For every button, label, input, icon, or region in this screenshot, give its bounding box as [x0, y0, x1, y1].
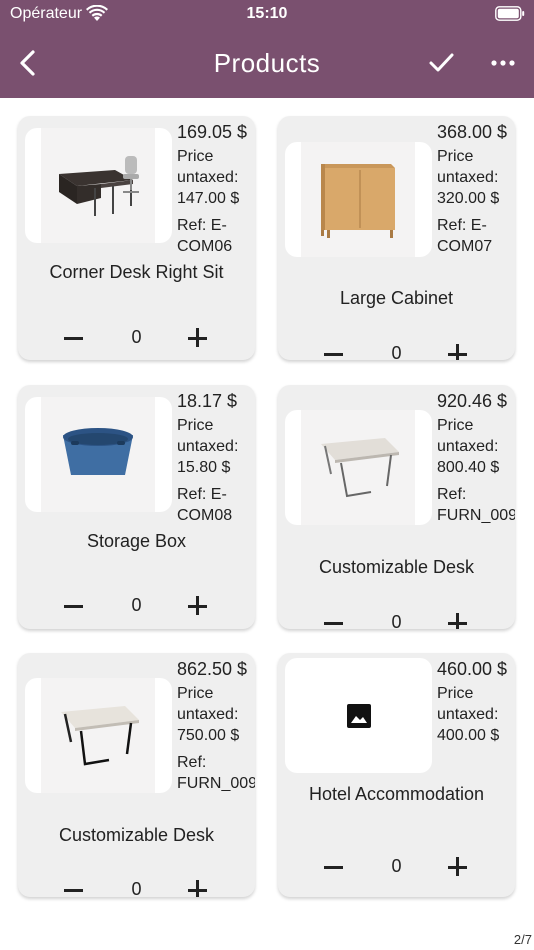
price-untaxed-value: 320.00 $ [437, 190, 500, 207]
battery-icon [495, 6, 525, 21]
product-details: 18.17 $ Price untaxed: 15.80 $ Ref: E-CO… [177, 388, 255, 526]
product-card[interactable]: 920.46 $ Price untaxed: 800.40 $ Ref: FU… [278, 385, 515, 629]
product-price: 18.17 $ [177, 391, 238, 411]
decrease-quantity-button[interactable] [64, 323, 86, 353]
product-details: 460.00 $ Price untaxed: 400.00 $ [437, 656, 515, 752]
price-untaxed-label: Price untaxed: [437, 417, 499, 455]
product-price: 368.00 $ [437, 122, 508, 142]
status-bar: Opérateur 15:10 [0, 0, 534, 30]
decrease-quantity-button[interactable] [324, 852, 346, 882]
product-image [25, 397, 172, 512]
increase-quantity-button[interactable] [448, 852, 470, 882]
price-untaxed-value: 750.00 $ [177, 727, 240, 744]
increase-quantity-button[interactable] [188, 591, 210, 621]
quantity-value: 0 [391, 612, 402, 629]
product-name: Hotel Accommodation [308, 784, 485, 804]
product-ref: Ref: FURN_0096 [177, 754, 255, 792]
decrease-quantity-button[interactable] [324, 608, 346, 629]
product-image [25, 678, 172, 793]
storage-box-image [63, 428, 133, 475]
product-name: Large Cabinet [339, 288, 454, 308]
product-name: Customizable Desk [318, 557, 475, 577]
clock: 15:10 [246, 5, 288, 22]
desk-black-image [61, 706, 139, 766]
product-price: 169.05 $ [177, 122, 248, 142]
product-details: 368.00 $ Price untaxed: 320.00 $ Ref: E-… [437, 119, 515, 257]
cabinet-image [321, 164, 395, 238]
price-untaxed-label: Price untaxed: [177, 417, 239, 455]
product-ref: Ref: FURN_0098 [437, 486, 515, 524]
quantity-stepper: 0 [278, 852, 515, 882]
product-card[interactable]: 169.05 $ Price untaxed: 147.00 $ Ref: E-… [18, 116, 255, 360]
product-price: 460.00 $ [437, 659, 508, 679]
increase-quantity-button[interactable] [448, 339, 470, 360]
decrease-quantity-button[interactable] [64, 875, 86, 897]
price-untaxed-label: Price untaxed: [437, 685, 499, 723]
product-card[interactable]: 18.17 $ Price untaxed: 15.80 $ Ref: E-CO… [18, 385, 255, 629]
price-untaxed-value: 147.00 $ [177, 190, 240, 207]
product-image [25, 128, 172, 243]
product-image [285, 142, 432, 257]
quantity-value: 0 [131, 327, 142, 347]
increase-quantity-button[interactable] [448, 608, 470, 629]
more-horizontal-icon [491, 60, 515, 66]
product-details: 862.50 $ Price untaxed: 750.00 $ Ref: FU… [177, 656, 255, 794]
quantity-stepper: 0 [278, 339, 515, 360]
product-card[interactable]: 368.00 $ Price untaxed: 320.00 $ Ref: E-… [278, 116, 515, 360]
app-screen: Opérateur 15:10 Products 169.05 $ Price … [0, 0, 534, 950]
product-name: Storage Box [86, 531, 187, 551]
price-untaxed-value: 400.00 $ [437, 727, 500, 744]
quantity-stepper: 0 [18, 875, 255, 897]
corner-desk-image [59, 156, 139, 216]
checkmark-icon [429, 53, 454, 72]
quantity-value: 0 [391, 343, 402, 360]
product-card[interactable]: 862.50 $ Price untaxed: 750.00 $ Ref: FU… [18, 653, 255, 897]
price-untaxed-label: Price untaxed: [177, 148, 239, 186]
price-untaxed-label: Price untaxed: [437, 148, 499, 186]
increase-quantity-button[interactable] [188, 875, 210, 897]
product-ref: Ref: E-COM07 [437, 217, 493, 255]
product-image [285, 410, 432, 525]
product-image [285, 658, 432, 773]
product-price: 862.50 $ [177, 659, 248, 679]
product-ref: Ref: E-COM06 [177, 217, 233, 255]
product-details: 920.46 $ Price untaxed: 800.40 $ Ref: FU… [437, 388, 515, 526]
product-name: Corner Desk Right Sit [49, 262, 224, 282]
price-untaxed-label: Price untaxed: [177, 685, 239, 723]
price-untaxed-value: 15.80 $ [177, 459, 231, 476]
product-card[interactable]: 460.00 $ Price untaxed: 400.00 $ Hotel A… [278, 653, 515, 897]
quantity-value: 0 [131, 879, 142, 897]
quantity-value: 0 [131, 595, 142, 615]
page-indicator: 2/7 [513, 932, 532, 947]
header: Opérateur 15:10 Products [0, 0, 534, 98]
product-details: 169.05 $ Price untaxed: 147.00 $ Ref: E-… [177, 119, 255, 257]
product-price: 920.46 $ [437, 391, 508, 411]
product-ref: Ref: E-COM08 [177, 486, 233, 524]
nav-bar: Products [0, 36, 534, 90]
decrease-quantity-button[interactable] [64, 591, 86, 621]
quantity-stepper: 0 [18, 323, 255, 353]
quantity-stepper: 0 [18, 591, 255, 621]
increase-quantity-button[interactable] [188, 323, 210, 353]
quantity-value: 0 [391, 856, 402, 876]
confirm-button[interactable] [425, 48, 457, 78]
price-untaxed-value: 800.40 $ [437, 459, 500, 476]
decrease-quantity-button[interactable] [324, 339, 346, 360]
desk-white-image [321, 438, 399, 498]
quantity-stepper: 0 [278, 608, 515, 629]
product-name: Customizable Desk [58, 825, 215, 845]
image-placeholder-icon [347, 704, 371, 728]
more-options-button[interactable] [488, 48, 518, 78]
